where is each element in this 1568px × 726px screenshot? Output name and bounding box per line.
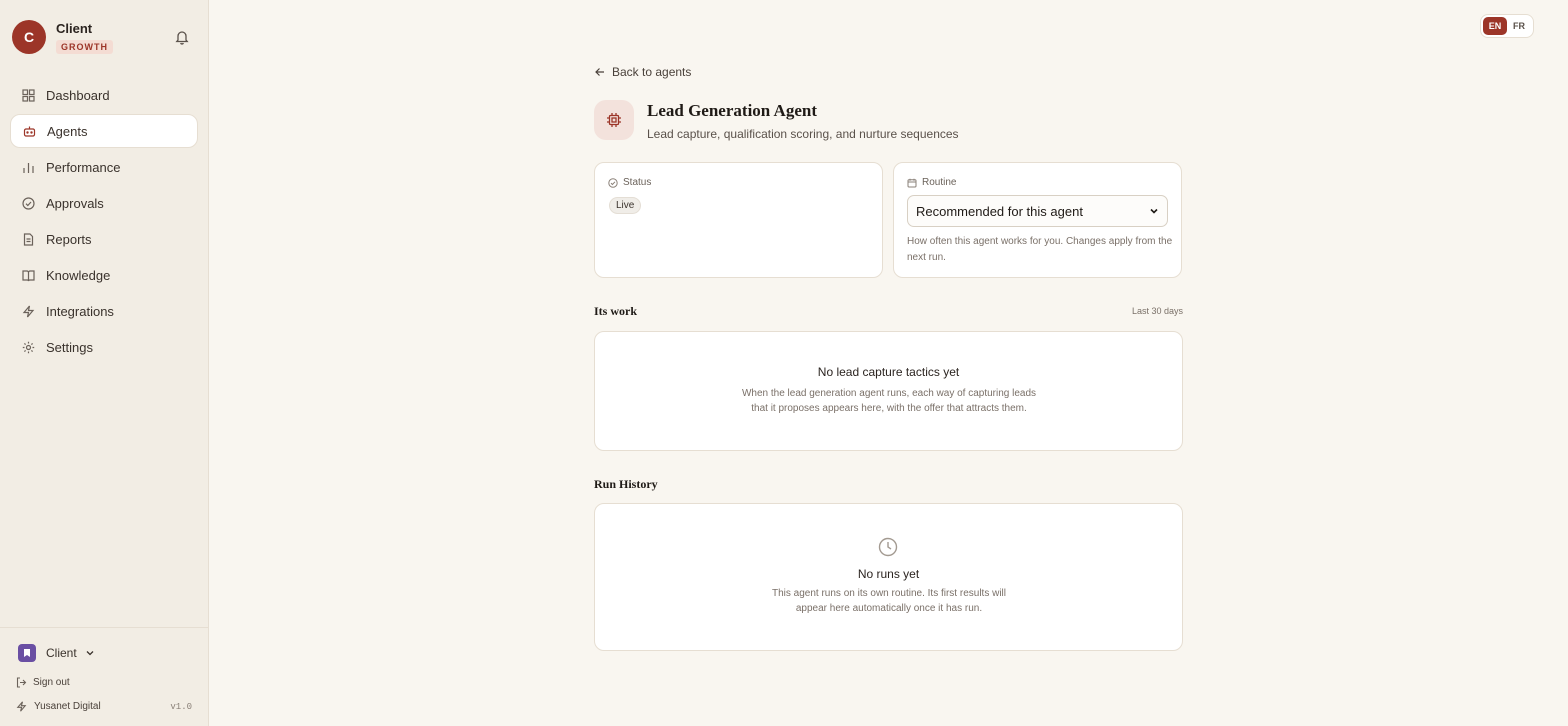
bolt-icon [16, 701, 27, 712]
routine-selected-value: Recommended for this agent [916, 203, 1083, 219]
workspace-switcher[interactable]: Client [18, 644, 95, 662]
plan-badge: GROWTH [56, 40, 113, 54]
status-badge: Live [609, 197, 642, 214]
sidebar-item-knowledge[interactable]: Knowledge [10, 258, 198, 292]
run-history-empty-state: No runs yet This agent runs on its own r… [594, 503, 1183, 651]
brand-header: C Client GROWTH [12, 20, 198, 56]
sidebar-item-label: Performance [46, 159, 121, 175]
chevron-down-icon [1150, 208, 1158, 214]
run-history-title: Run History [594, 477, 658, 491]
bolt-icon [22, 305, 35, 317]
sidebar-item-label: Dashboard [46, 87, 110, 103]
sidebar-item-reports[interactable]: Reports [10, 222, 198, 256]
brand-name: Client [56, 21, 93, 36]
lang-en-button[interactable]: EN [1483, 17, 1507, 35]
back-label: Back to agents [612, 65, 692, 79]
status-label: Status [608, 177, 651, 188]
routine-select[interactable]: Recommended for this agent [907, 195, 1168, 227]
version-label: v1.0 [170, 701, 192, 712]
language-toggle: EN FR [1480, 14, 1534, 38]
sidebar-item-label: Knowledge [46, 267, 111, 283]
back-link[interactable]: Back to agents [594, 65, 691, 79]
sidebar-item-agents[interactable]: Agents [10, 114, 198, 148]
page-title: Lead Generation Agent [647, 101, 817, 120]
history-empty-description: This agent runs on its own routine. Its … [772, 588, 1006, 614]
bell-icon[interactable] [175, 29, 189, 45]
routine-card: Routine Recommended for this agent How o… [893, 162, 1182, 278]
avatar[interactable]: C [12, 20, 46, 54]
calendar-icon [907, 178, 917, 187]
company-name: Yusanet Digital [34, 701, 101, 712]
grid-icon [22, 88, 35, 102]
routine-help-text: How often this agent works for you. Chan… [907, 236, 1173, 263]
date-range-label: Last 30 days [1131, 306, 1183, 316]
arrow-left-icon [595, 68, 604, 76]
status-card: Status Live [594, 162, 883, 278]
sidebar-item-label: Reports [46, 231, 92, 247]
check-circle-icon [22, 196, 35, 210]
status-label-text: Status [623, 177, 652, 188]
lang-fr-button[interactable]: FR [1507, 17, 1531, 35]
work-empty-state: No lead capture tactics yet When the lea… [594, 331, 1183, 451]
workspace-name: Client [46, 646, 77, 660]
bot-icon [23, 126, 36, 137]
sidebar: C Client GROWTH Dashboard Agents Perform… [0, 0, 209, 726]
chevron-down-icon [86, 651, 94, 656]
sidebar-item-label: Approvals [46, 195, 104, 211]
check-circle-icon [608, 177, 618, 188]
sign-out-link[interactable]: Sign out [16, 677, 70, 688]
sidebar-item-integrations[interactable]: Integrations [10, 294, 198, 328]
sidebar-item-label: Settings [46, 339, 93, 355]
work-empty-title: No lead capture tactics yet [817, 365, 960, 379]
work-empty-description: When the lead generation agent runs, eac… [741, 388, 1037, 414]
chip-icon [607, 113, 621, 127]
company-row: Yusanet Digital v1.0 [16, 701, 192, 712]
routine-label: Routine [907, 177, 956, 188]
gear-icon [22, 341, 35, 353]
sidebar-item-settings[interactable]: Settings [10, 330, 198, 364]
sign-out-icon [16, 677, 27, 688]
page-subtitle: Lead capture, qualification scoring, and… [647, 127, 959, 141]
sidebar-footer: Client Sign out Yusanet Digital v1.0 [0, 627, 209, 712]
routine-label-text: Routine [922, 177, 957, 188]
sidebar-item-approvals[interactable]: Approvals [10, 186, 198, 220]
clock-icon [878, 537, 898, 557]
sidebar-nav: Dashboard Agents Performance Approvals R… [10, 78, 198, 366]
sidebar-item-label: Agents [47, 123, 88, 139]
agent-avatar [594, 100, 634, 140]
sidebar-item-dashboard[interactable]: Dashboard [10, 78, 198, 112]
sidebar-item-label: Integrations [46, 303, 114, 319]
sidebar-item-performance[interactable]: Performance [10, 150, 198, 184]
workspace-icon [18, 644, 36, 662]
history-empty-title: No runs yet [857, 567, 920, 581]
document-icon [23, 232, 34, 246]
work-section-title: Its work [594, 304, 638, 318]
bar-chart-icon [23, 162, 34, 173]
sign-out-label: Sign out [33, 677, 70, 688]
book-icon [22, 269, 35, 281]
